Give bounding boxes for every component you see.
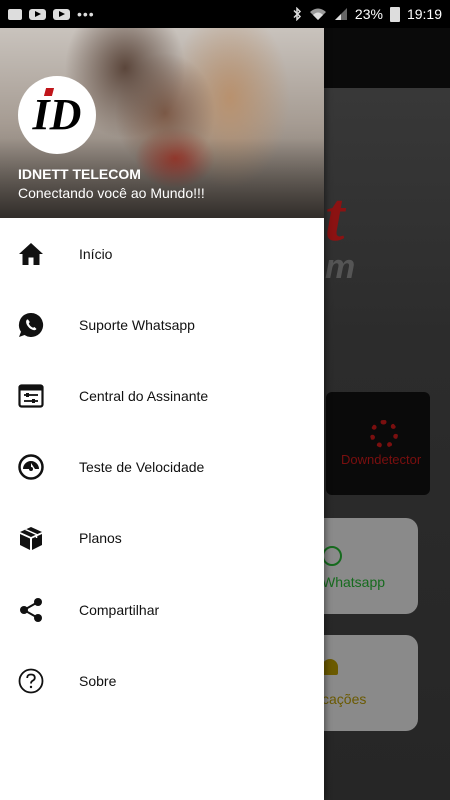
clock: 19:19 xyxy=(406,6,442,22)
brand-logo: ID xyxy=(18,76,96,154)
logo-text: ID xyxy=(32,90,82,139)
menu-item-central-assinante[interactable]: Central do Assinante xyxy=(0,360,324,431)
downdetector-label: Downdetector xyxy=(341,452,422,467)
gallery-icon xyxy=(8,8,22,20)
downdetector-card[interactable]: Downdetector xyxy=(326,392,430,495)
help-icon xyxy=(17,667,45,695)
package-icon xyxy=(17,524,45,552)
whatsapp-icon xyxy=(17,311,45,339)
drawer-header: ID IDNETT TELECOM Conectando você ao Mun… xyxy=(0,28,324,218)
menu-label: Sobre xyxy=(79,672,117,689)
drawer-subtitle: Conectando você ao Mundo!!! xyxy=(18,185,205,201)
bell-icon xyxy=(322,659,338,675)
background-logo-sub: m xyxy=(325,248,356,286)
menu-label: Compartilhar xyxy=(79,601,160,618)
drawer-title: IDNETT TELECOM xyxy=(18,166,141,182)
home-icon xyxy=(17,240,45,268)
menu-label: Teste de Velocidade xyxy=(79,459,205,476)
status-bar: ••• 23% 19:19 xyxy=(0,0,450,28)
bluetooth-icon xyxy=(293,7,301,21)
background-logo: t xyxy=(325,179,345,256)
menu-item-teste-velocidade[interactable]: Teste de Velocidade xyxy=(0,432,324,503)
menu-label: Planos xyxy=(79,530,122,547)
youtube-icon xyxy=(53,8,70,20)
whatsapp-card-label: Whatsapp xyxy=(322,574,386,590)
battery-percent: 23% xyxy=(354,6,383,22)
menu-label: Suporte Whatsapp xyxy=(79,316,195,333)
menu-label: Central do Assinante xyxy=(79,387,209,404)
menu-item-planos[interactable]: Planos xyxy=(0,503,324,574)
subscriber-panel-icon xyxy=(17,382,45,410)
menu-item-compartilhar[interactable]: Compartilhar xyxy=(0,574,324,645)
youtube-icon xyxy=(29,8,46,20)
speedometer-icon xyxy=(17,453,45,481)
menu-item-suporte-whatsapp[interactable]: Suporte Whatsapp xyxy=(0,289,324,360)
signal-icon xyxy=(334,8,347,20)
notifications-card-label: cações xyxy=(322,691,367,707)
share-icon xyxy=(17,596,45,624)
gears-icon xyxy=(370,420,398,448)
navigation-drawer: ID IDNETT TELECOM Conectando você ao Mun… xyxy=(0,28,324,800)
menu-item-sobre[interactable]: Sobre xyxy=(0,645,324,716)
menu-item-inicio[interactable]: Início xyxy=(0,218,324,289)
wifi-icon xyxy=(309,8,326,20)
more-notifications-icon: ••• xyxy=(77,6,95,22)
drawer-menu: Início Suporte Whatsapp Central do Assin… xyxy=(0,218,324,716)
menu-label: Início xyxy=(79,245,113,262)
battery-icon xyxy=(389,6,400,22)
whatsapp-icon xyxy=(322,546,342,566)
